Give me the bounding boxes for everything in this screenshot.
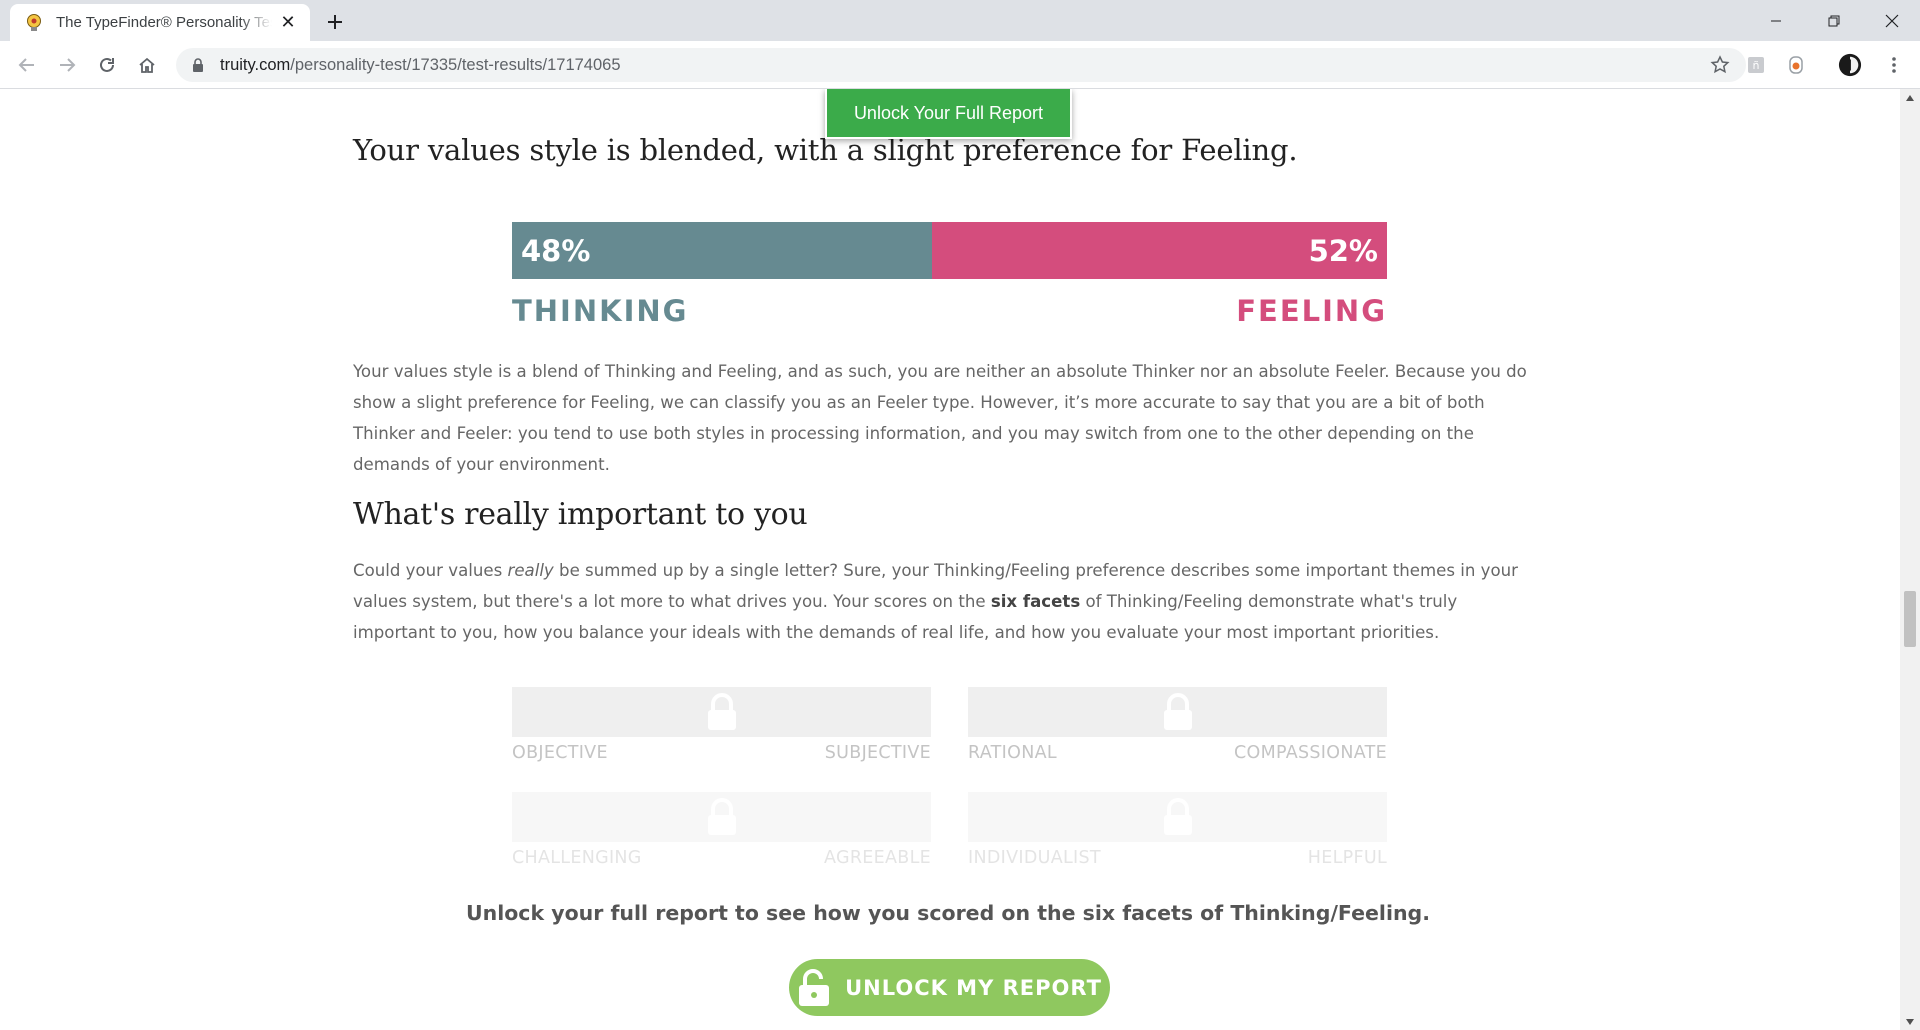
facet-left-label: OBJECTIVE bbox=[512, 743, 608, 763]
important-description: Could your values really be summed up by… bbox=[353, 555, 1543, 648]
blend-description: Your values style is a blend of Thinking… bbox=[353, 362, 1527, 474]
unlock-my-report-button[interactable]: UNLOCK MY REPORT bbox=[789, 959, 1110, 1016]
back-icon[interactable] bbox=[11, 49, 43, 81]
thinking-score-segment: 48% bbox=[512, 222, 932, 279]
important-text-1: Could your values bbox=[353, 561, 508, 580]
facet-right-label: SUBJECTIVE bbox=[824, 743, 931, 763]
browser-tab[interactable]: The TypeFinder® Personality Test ✕ bbox=[10, 4, 310, 41]
url-host: truity.com bbox=[220, 55, 291, 74]
svg-text:ñ: ñ bbox=[1753, 59, 1760, 72]
feeling-label: FEELING bbox=[1236, 294, 1387, 328]
facet-right-label: COMPASSIONATE bbox=[1233, 743, 1387, 763]
bookmark-star-icon[interactable] bbox=[1710, 55, 1730, 75]
unlock-my-report-label: UNLOCK MY REPORT bbox=[845, 975, 1102, 1000]
facet-locked-bar bbox=[968, 687, 1387, 737]
minimize-icon[interactable] bbox=[1748, 0, 1804, 41]
important-heading: What's really important to you bbox=[353, 497, 808, 532]
forward-icon[interactable] bbox=[51, 49, 83, 81]
url-path: /personality-test/17335/test-results/171… bbox=[290, 55, 621, 74]
lock-icon bbox=[193, 58, 203, 72]
unlock-message: Unlock your full report to see how you s… bbox=[465, 901, 1431, 925]
url-text: truity.com/personality-test/17335/test-r… bbox=[220, 56, 621, 75]
facet-left-label: CHALLENGING bbox=[512, 848, 642, 868]
padlock-icon bbox=[707, 693, 736, 730]
page-content: Unlock Your Full Report Your values styl… bbox=[0, 89, 1900, 1030]
facet-right-label: HELPFUL bbox=[1307, 848, 1387, 868]
padlock-icon bbox=[1163, 693, 1192, 730]
important-bold: six facets bbox=[990, 592, 1081, 611]
tab-close-icon[interactable]: ✕ bbox=[278, 12, 298, 33]
extension-icon[interactable]: ñ bbox=[1744, 53, 1768, 77]
profile-avatar-icon[interactable] bbox=[1838, 53, 1862, 77]
important-emphasis: really bbox=[507, 561, 554, 580]
thinking-label: THINKING bbox=[512, 294, 689, 328]
facet-left-label: INDIVIDUALIST bbox=[968, 848, 1101, 868]
facet-locked-bar bbox=[968, 792, 1387, 842]
feeling-percent: 52% bbox=[1308, 233, 1378, 268]
unlocked-padlock-icon bbox=[799, 968, 830, 1006]
facet-left-label: RATIONAL bbox=[968, 743, 1057, 763]
scroll-thumb[interactable] bbox=[1904, 591, 1916, 647]
facet-locked-bar bbox=[512, 792, 931, 842]
reload-icon[interactable] bbox=[91, 49, 123, 81]
address-bar[interactable]: truity.com/personality-test/17335/test-r… bbox=[176, 48, 1746, 82]
padlock-icon bbox=[707, 798, 736, 835]
facet-objective-subjective: OBJECTIVE SUBJECTIVE bbox=[512, 687, 931, 763]
unlock-full-report-button[interactable]: Unlock Your Full Report bbox=[825, 89, 1072, 139]
facet-challenging-agreeable: CHALLENGING AGREEABLE bbox=[512, 792, 931, 868]
restore-icon[interactable] bbox=[1806, 0, 1862, 41]
page-scrollbar[interactable] bbox=[1900, 89, 1920, 1030]
facet-right-label: AGREEABLE bbox=[824, 848, 931, 868]
extension-circle-icon[interactable] bbox=[1784, 53, 1808, 77]
thinking-percent: 48% bbox=[521, 233, 591, 268]
scroll-up-icon[interactable] bbox=[1900, 89, 1920, 106]
home-icon[interactable] bbox=[131, 49, 163, 81]
padlock-icon bbox=[1163, 798, 1192, 835]
facet-individualist-helpful: INDIVIDUALIST HELPFUL bbox=[968, 792, 1387, 868]
browser-menu-icon[interactable] bbox=[1882, 53, 1906, 77]
scroll-down-icon[interactable] bbox=[1900, 1013, 1920, 1030]
feeling-score-segment: 52% bbox=[932, 222, 1387, 279]
new-tab-icon[interactable] bbox=[318, 5, 352, 39]
tab-strip: The TypeFinder® Personality Test ✕ bbox=[0, 0, 1920, 41]
facet-locked-bar bbox=[512, 687, 931, 737]
close-window-icon[interactable] bbox=[1864, 0, 1920, 41]
facet-rational-compassionate: RATIONAL COMPASSIONATE bbox=[968, 687, 1387, 763]
thinking-feeling-score-bar: 48% 52% bbox=[512, 222, 1387, 279]
lightbulb-favicon-icon bbox=[27, 13, 41, 31]
browser-toolbar: truity.com/personality-test/17335/test-r… bbox=[0, 41, 1920, 89]
tab-title: The TypeFinder® Personality Test bbox=[56, 14, 272, 31]
